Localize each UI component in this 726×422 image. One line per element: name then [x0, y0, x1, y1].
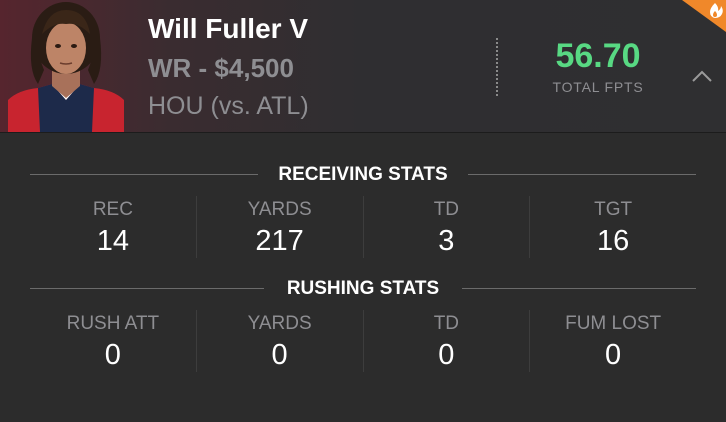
stat-yards: YARDS 0 [195, 310, 363, 372]
player-header: Will Fuller V WR - $4,500 HOU (vs. ATL) … [0, 0, 726, 133]
position-salary: WR - $4,500 [148, 53, 294, 83]
divider-line [468, 174, 696, 175]
stat-rec: REC 14 [30, 196, 196, 258]
player-stats-card: Will Fuller V WR - $4,500 HOU (vs. ATL) … [0, 0, 726, 422]
stat-value: 0 [605, 339, 622, 371]
flame-icon [682, 0, 726, 32]
stat-tgt: TGT 16 [529, 196, 696, 258]
player-name: Will Fuller V [148, 13, 308, 44]
stat-value: 16 [596, 225, 630, 257]
stat-value: 0 [271, 339, 288, 371]
rushing-stats-header: RUSHING STATS [30, 277, 696, 301]
stat-td: TD 0 [362, 310, 530, 372]
stat-value: 14 [96, 225, 129, 257]
receiving-stats-row: REC 14 YARDS 217 TD 3 TGT 16 [30, 196, 696, 258]
matchup: HOU (vs. ATL) [148, 92, 309, 120]
stat-value: 0 [104, 339, 121, 371]
hot-badge [682, 0, 726, 32]
section-title: RECEIVING STATS [278, 164, 448, 185]
divider-line [462, 288, 696, 289]
collapse-button[interactable] [688, 64, 716, 88]
stat-label: YARDS [247, 199, 312, 220]
stat-label: YARDS [247, 313, 312, 334]
receiving-stats-header: RECEIVING STATS [30, 163, 696, 187]
rushing-stats-row: RUSH ATT 0 YARDS 0 TD 0 FUM LOST 0 [30, 310, 696, 372]
total-fpts-value: 56.70 [555, 37, 641, 75]
stat-label: REC [92, 199, 133, 220]
stat-td: TD 3 [362, 196, 530, 258]
stat-fum-lost: FUM LOST 0 [529, 310, 696, 372]
stat-value: 3 [438, 225, 455, 257]
header-divider [496, 38, 498, 96]
player-headshot-image [8, 2, 124, 132]
stat-value: 0 [438, 339, 455, 371]
stat-label: TGT [594, 199, 633, 220]
total-fpts-label: TOTAL FPTS [552, 79, 644, 95]
stat-rush-att: RUSH ATT 0 [30, 310, 196, 372]
stat-label: TD [433, 313, 460, 334]
player-photo [8, 0, 124, 132]
stat-label: RUSH ATT [66, 313, 160, 334]
stat-label: TD [433, 199, 460, 220]
stat-label: FUM LOST [565, 313, 662, 334]
section-title: RUSHING STATS [286, 278, 440, 299]
chevron-up-icon [692, 70, 712, 82]
stat-value: 217 [255, 225, 304, 257]
stat-yards: YARDS 217 [195, 196, 363, 258]
